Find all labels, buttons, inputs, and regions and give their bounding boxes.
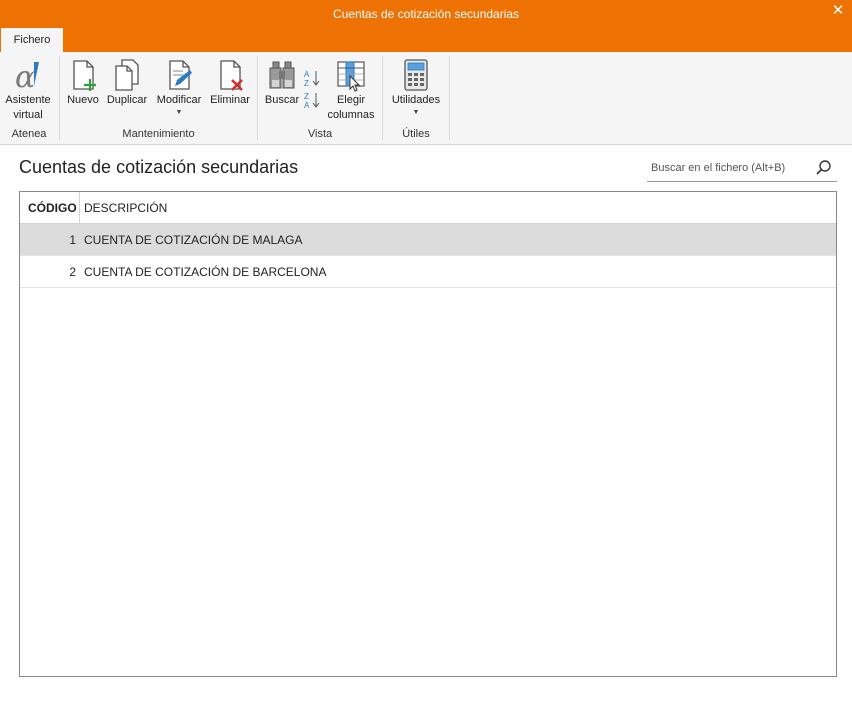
alpha-assistant-icon: α bbox=[15, 60, 39, 92]
tab-fichero[interactable]: Fichero bbox=[1, 28, 63, 52]
sort-az-icon: A Z Z A bbox=[304, 70, 320, 110]
window-title: Cuentas de cotización secundarias bbox=[332, 7, 520, 21]
group-divider bbox=[449, 56, 450, 140]
column-header-descripcion[interactable]: DESCRIPCIÓN bbox=[80, 192, 167, 224]
delete-document-icon bbox=[220, 60, 243, 91]
eliminar-label: Eliminar bbox=[210, 94, 250, 106]
sort-button[interactable]: A Z Z A bbox=[300, 56, 324, 112]
svg-text:A: A bbox=[304, 101, 310, 110]
svg-text:α: α bbox=[15, 60, 35, 92]
utilidades-label: Utilidades bbox=[391, 94, 441, 106]
tab-bar: Fichero bbox=[0, 28, 852, 52]
elegir-columnas-button[interactable]: Elegir columnas bbox=[324, 56, 378, 126]
buscar-button[interactable]: Buscar bbox=[262, 56, 302, 126]
asistente-virtual-label: Asistente virtual bbox=[5, 94, 51, 121]
edit-document-icon bbox=[169, 60, 192, 90]
ribbon-group-atenea: α Asistente virtual Atenea bbox=[0, 56, 58, 142]
group-label-mantenimiento: Mantenimiento bbox=[122, 128, 195, 140]
close-button[interactable]: ✕ bbox=[830, 0, 846, 24]
chevron-down-icon[interactable]: ▼ bbox=[152, 109, 206, 116]
ribbon-group-utiles: Utilidades ▼ Útiles bbox=[383, 56, 449, 142]
cell-descripcion: CUENTA DE COTIZACIÓN DE BARCELONA bbox=[84, 265, 327, 279]
table-row[interactable]: 2 CUENTA DE COTIZACIÓN DE BARCELONA bbox=[20, 256, 836, 288]
calculator-icon bbox=[404, 59, 428, 91]
cell-descripcion: CUENTA DE COTIZACIÓN DE MALAGA bbox=[84, 233, 303, 247]
binoculars-icon bbox=[269, 61, 295, 89]
choose-columns-icon bbox=[337, 61, 365, 92]
cell-codigo: 1 bbox=[69, 233, 76, 247]
buscar-label: Buscar bbox=[264, 94, 300, 106]
cell-codigo: 2 bbox=[69, 265, 76, 279]
new-document-icon bbox=[73, 60, 96, 91]
utilidades-button[interactable]: Utilidades ▼ bbox=[387, 56, 445, 126]
elegir-columnas-label: Elegir columnas bbox=[327, 94, 375, 121]
svg-text:Z: Z bbox=[304, 92, 309, 101]
search-icon[interactable] bbox=[815, 159, 833, 177]
modificar-label: Modificar bbox=[156, 94, 202, 106]
asistente-virtual-button[interactable]: α Asistente virtual bbox=[0, 56, 56, 126]
search-input[interactable] bbox=[651, 159, 809, 177]
chevron-down-icon[interactable]: ▼ bbox=[387, 109, 445, 116]
svg-text:Z: Z bbox=[304, 79, 309, 88]
duplicar-button[interactable]: Duplicar bbox=[104, 56, 150, 126]
nuevo-button[interactable]: Nuevo bbox=[64, 56, 102, 126]
group-label-utiles: Útiles bbox=[402, 128, 430, 140]
eliminar-button[interactable]: Eliminar bbox=[208, 56, 252, 126]
table-row[interactable]: 1 CUENTA DE COTIZACIÓN DE MALAGA bbox=[20, 224, 836, 256]
page-title: Cuentas de cotización secundarias bbox=[19, 157, 299, 177]
title-bar: Cuentas de cotización secundarias ✕ bbox=[0, 0, 852, 28]
grid-header: CÓDIGO DESCRIPCIÓN bbox=[20, 192, 836, 224]
group-label-atenea: Atenea bbox=[11, 128, 47, 140]
svg-text:A: A bbox=[304, 70, 310, 79]
duplicate-icon bbox=[115, 59, 139, 91]
data-grid: CÓDIGO DESCRIPCIÓN 1 CUENTA DE COTIZACIÓ… bbox=[19, 191, 837, 677]
column-header-codigo[interactable]: CÓDIGO bbox=[20, 192, 80, 224]
ribbon: α Asistente virtual Atenea Nuevo Duplica… bbox=[0, 52, 852, 145]
group-label-vista: Vista bbox=[307, 128, 333, 140]
modificar-button[interactable]: Modificar ▼ bbox=[152, 56, 206, 126]
ribbon-group-vista: Buscar A Z Z A Elegir columnas Vista bbox=[258, 56, 382, 142]
ribbon-group-mantenimiento: Nuevo Duplicar Modificar ▼ Eliminar Mant… bbox=[60, 56, 257, 142]
nuevo-label: Nuevo bbox=[67, 94, 99, 106]
search-box bbox=[647, 155, 837, 182]
close-icon[interactable]: ✕ bbox=[832, 2, 845, 19]
duplicar-label: Duplicar bbox=[106, 94, 148, 106]
